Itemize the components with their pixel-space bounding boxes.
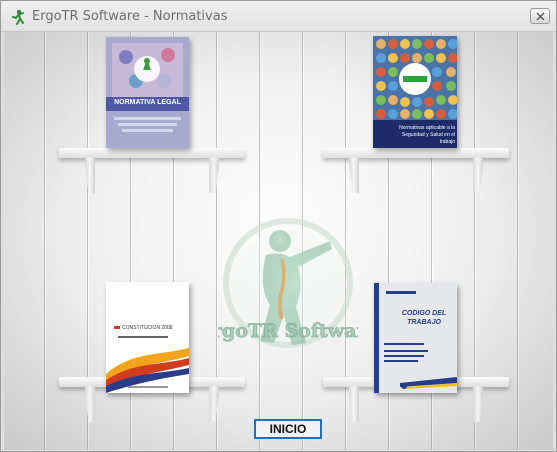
close-button[interactable] [530, 8, 550, 24]
book-normativas-sst[interactable]: Normativas aplicable a la Seguridad y Sa… [373, 36, 457, 148]
book-cover-art [374, 283, 457, 393]
book-title: CONSTITUCION 2008 [122, 325, 173, 331]
book-title: CODIGO DEL TRABAJO [401, 310, 447, 326]
bookshelf-area: ErgoTR Software NORMATIVA LEGAL [4, 32, 553, 450]
book-cover-art [106, 37, 189, 148]
watermark-text: ErgoTR Software [218, 320, 358, 342]
window-title: ErgoTR Software - Normativas [32, 9, 228, 24]
title-bar: ErgoTR Software - Normativas [1, 1, 556, 32]
figure-icon [12, 9, 24, 25]
book-constitucion[interactable]: CONSTITUCION 2008 [106, 282, 189, 393]
shelf-top-right [323, 148, 509, 206]
book-cover-art [106, 282, 189, 393]
ergotr-watermark-logo: ErgoTR Software [218, 218, 358, 348]
book-title: NORMATIVA LEGAL [114, 99, 181, 106]
app-window: ErgoTR Software - Normativas goTR Softwa… [0, 0, 557, 452]
shelf-top-left [59, 148, 245, 206]
close-icon [536, 12, 545, 21]
book-title: Normativas aplicable a la Seguridad y Sa… [399, 125, 455, 145]
book-normativa-legal[interactable]: NORMATIVA LEGAL [106, 37, 189, 148]
inicio-button[interactable]: INICIO [254, 419, 322, 439]
book-codigo-trabajo[interactable]: CODIGO DEL TRABAJO [374, 283, 457, 393]
